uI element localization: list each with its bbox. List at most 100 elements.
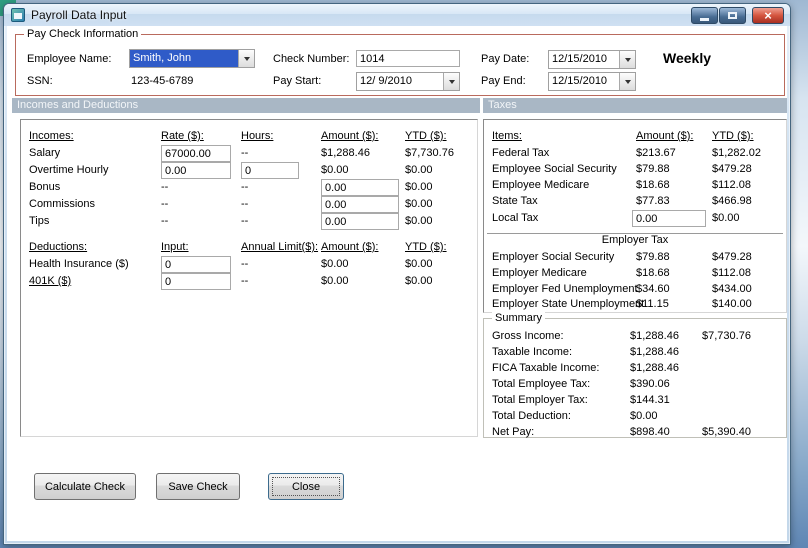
tax-row-label: Federal Tax <box>492 147 550 159</box>
deduction-row-label: Health Insurance ($) <box>29 258 129 270</box>
tax-row-ytd: $1,282.02 <box>712 147 761 159</box>
pay-end-label: Pay End: <box>481 75 526 87</box>
401k-input[interactable] <box>161 273 231 290</box>
summary-row-amount: $1,288.46 <box>630 362 679 374</box>
close-icon: × <box>764 8 772 23</box>
tax-row-label: Employee Medicare <box>492 179 590 191</box>
incomes-deductions-panel: Incomes: Rate ($): Hours: Amount ($): YT… <box>20 119 478 437</box>
overtime-hours-input[interactable] <box>241 162 299 179</box>
401k-limit: -- <box>241 275 249 287</box>
chevron-down-icon[interactable] <box>619 51 635 68</box>
pay-date-label: Pay Date: <box>481 53 530 65</box>
ytd-col-header: YTD ($): <box>712 130 754 142</box>
summary-row-label: Net Pay: <box>492 426 535 438</box>
local-tax-label: Local Tax <box>492 212 539 224</box>
summary-group: Summary Gross Income: $1,288.46 $7,730.7… <box>483 312 787 438</box>
payroll-window: Payroll Data Input × Pay Check Informati… <box>3 3 791 545</box>
tax-row-label: Employer Social Security <box>492 251 615 263</box>
calculate-check-button[interactable]: Calculate Check <box>34 473 136 500</box>
check-number-input[interactable] <box>356 50 460 67</box>
tax-row-amount: $11.15 <box>636 298 669 310</box>
local-tax-ytd: $0.00 <box>712 212 740 224</box>
pay-end-value: 12/15/2010 <box>552 75 608 87</box>
overtime-rate-input[interactable] <box>161 162 231 179</box>
pay-start-datepicker[interactable]: 12/ 9/2010 <box>356 72 460 91</box>
summary-row-ytd: $7,730.76 <box>702 330 751 342</box>
tax-row-ytd: $466.98 <box>712 195 752 207</box>
employee-name-combobox[interactable]: Smith, John <box>129 49 255 68</box>
ssn-value: 123-45-6789 <box>131 75 194 87</box>
commissions-rate: -- <box>161 198 169 210</box>
401k-ytd: $0.00 <box>405 275 433 287</box>
summary-row-amount: $144.31 <box>630 394 670 406</box>
local-tax-input[interactable] <box>632 210 706 227</box>
tax-row-amount: $34.60 <box>636 283 670 295</box>
hours-col-header: Hours: <box>241 130 274 142</box>
ssn-label: SSN: <box>27 75 53 87</box>
pay-start-value: 12/ 9/2010 <box>360 75 412 87</box>
tax-row-amount: $18.68 <box>636 179 670 191</box>
income-row-label: Salary <box>29 147 61 159</box>
salary-rate-input[interactable] <box>161 145 231 162</box>
employee-name-value: Smith, John <box>130 50 238 67</box>
summary-row-ytd: $5,390.40 <box>702 426 751 438</box>
salary-hours: -- <box>241 147 249 159</box>
tax-row-ytd: $479.28 <box>712 251 752 263</box>
desktop-background: Payroll Data Input × Pay Check Informati… <box>0 0 808 548</box>
ytd-col-header: YTD ($): <box>405 241 447 253</box>
401k-amount: $0.00 <box>321 275 349 287</box>
tax-row-label: Employer State Unemployment <box>492 298 645 310</box>
summary-row-amount: $1,288.46 <box>630 330 679 342</box>
summary-row-amount: $1,288.46 <box>630 346 679 358</box>
health-insurance-input[interactable] <box>161 256 231 273</box>
income-row-label: Tips <box>29 215 50 227</box>
summary-row-label: Total Employee Tax: <box>492 378 591 390</box>
tax-row-ytd: $112.08 <box>712 267 751 279</box>
tax-row-amount: $77.83 <box>636 195 670 207</box>
minimize-button[interactable] <box>691 7 718 24</box>
taxes-panel: Items: Amount ($): YTD ($): Federal Tax … <box>483 119 787 313</box>
pay-end-datepicker[interactable]: 12/15/2010 <box>548 72 636 91</box>
tax-row-amount: $213.67 <box>636 147 676 159</box>
close-button[interactable]: Close <box>268 473 344 500</box>
rate-col-header: Rate ($): <box>161 130 204 142</box>
commissions-amount-input[interactable] <box>321 196 399 213</box>
tax-row-ytd: $434.00 <box>712 283 752 295</box>
incomes-col-header: Incomes: <box>29 130 74 142</box>
tax-row-label: Employee Social Security <box>492 163 617 175</box>
window-title: Payroll Data Input <box>31 8 127 22</box>
tips-hours: -- <box>241 215 249 227</box>
chevron-down-icon[interactable] <box>619 73 635 90</box>
deductions-col-header: Deductions: <box>29 241 88 253</box>
bonus-rate: -- <box>161 181 169 193</box>
tips-amount-input[interactable] <box>321 213 399 230</box>
amount-col-header: Amount ($): <box>321 241 379 253</box>
chevron-down-icon[interactable] <box>443 73 459 90</box>
pay-start-label: Pay Start: <box>273 75 322 87</box>
employer-tax-legend: Employer Tax <box>601 234 669 246</box>
summary-group-legend: Summary <box>492 312 546 324</box>
bonus-amount-input[interactable] <box>321 179 399 196</box>
save-check-button[interactable]: Save Check <box>156 473 240 500</box>
titlebar[interactable]: Payroll Data Input × <box>4 4 790 26</box>
summary-row-label: Taxable Income: <box>492 346 573 358</box>
health-insurance-amount: $0.00 <box>321 258 349 270</box>
paycheck-group-legend: Pay Check Information <box>24 28 142 40</box>
pay-date-datepicker[interactable]: 12/15/2010 <box>548 50 636 69</box>
chevron-down-icon[interactable] <box>238 50 254 67</box>
bonus-hours: -- <box>241 181 249 193</box>
commissions-ytd: $0.00 <box>405 198 433 210</box>
salary-ytd: $7,730.76 <box>405 147 454 159</box>
app-icon <box>11 8 25 22</box>
commissions-hours: -- <box>241 198 249 210</box>
deduction-401k-link[interactable]: 401K ($) <box>29 275 71 287</box>
maximize-button[interactable] <box>719 7 746 24</box>
income-row-label: Overtime Hourly <box>29 164 109 176</box>
incomes-section-header: Incomes and Deductions <box>12 98 480 113</box>
close-window-button[interactable]: × <box>752 7 784 24</box>
bonus-ytd: $0.00 <box>405 181 433 193</box>
input-col-header: Input: <box>161 241 189 253</box>
summary-row-label: FICA Taxable Income: <box>492 362 600 374</box>
tax-row-label: Employer Medicare <box>492 267 587 279</box>
summary-row-label: Gross Income: <box>492 330 564 342</box>
